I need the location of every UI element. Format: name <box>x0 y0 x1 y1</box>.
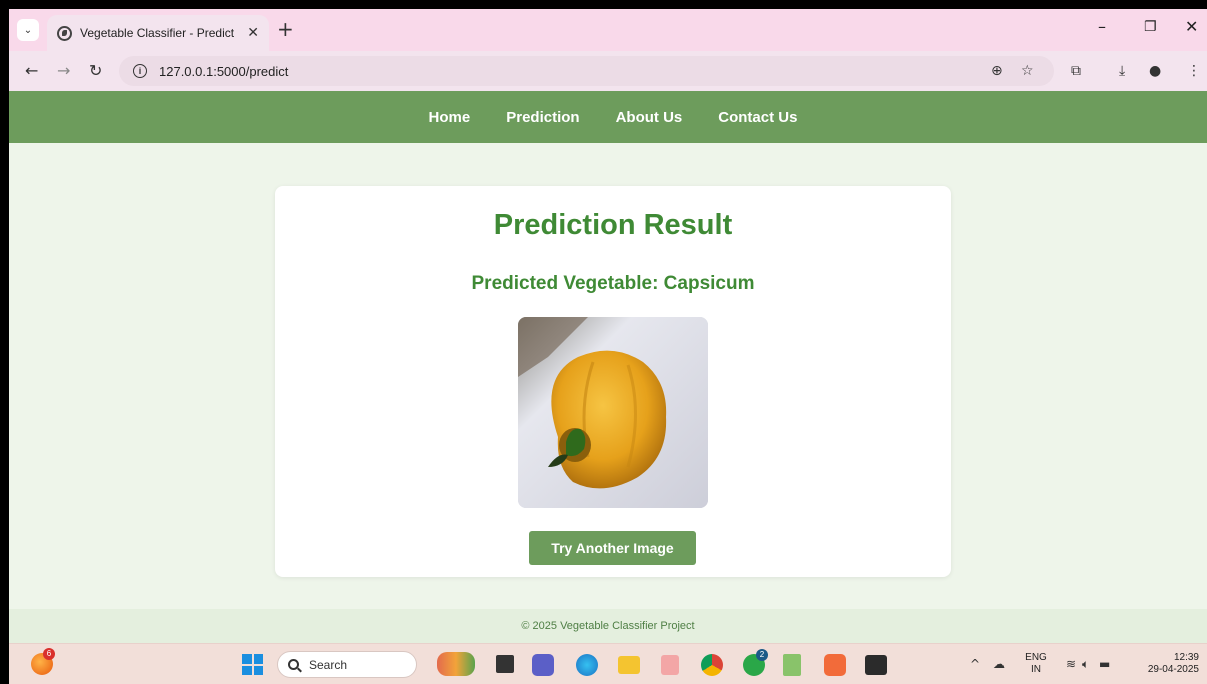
browser-toolbar: ← → ↻ i 127.0.0.1:5000/predict ⊕ ☆ ⧉ ⤓ ●… <box>9 51 1207 91</box>
globe-icon <box>57 25 72 41</box>
tray-expand-icon[interactable]: ^ <box>970 657 980 671</box>
uploaded-vegetable-image <box>518 317 708 508</box>
notepad-icon[interactable] <box>783 654 801 676</box>
site-footer: © 2025 Vegetable Classifier Project <box>9 609 1207 643</box>
site-info-icon[interactable]: i <box>133 64 147 78</box>
tab-search-button[interactable]: ⌄ <box>17 19 39 41</box>
browser-window: ⌄ Vegetable Classifier - Predict ✕ + – ❐… <box>9 9 1207 684</box>
nav-link-home[interactable]: Home <box>429 109 471 126</box>
extensions-icon[interactable]: ⧉ <box>1071 63 1081 79</box>
menu-kebab-icon[interactable]: ⋮ <box>1187 63 1201 79</box>
volume-icon[interactable]: 🔈︎ <box>1082 657 1089 672</box>
snipping-tool-icon[interactable] <box>661 655 679 675</box>
tab-close-icon[interactable]: ✕ <box>247 25 259 41</box>
back-arrow-icon[interactable]: ← <box>25 61 38 80</box>
footer-copyright: © 2025 Vegetable Classifier Project <box>521 620 695 632</box>
new-tab-button[interactable]: + <box>277 19 294 39</box>
whatsapp-icon[interactable]: 2 <box>743 649 768 676</box>
task-view-icon[interactable] <box>496 655 514 673</box>
address-bar[interactable]: i 127.0.0.1:5000/predict <box>119 56 1054 86</box>
capsicum-photo <box>518 317 708 508</box>
onedrive-icon[interactable]: ☁ <box>993 657 1005 671</box>
search-placeholder: Search <box>309 657 348 672</box>
url-text: 127.0.0.1:5000/predict <box>159 63 289 79</box>
restore-button[interactable]: ❐ <box>1144 19 1157 35</box>
file-explorer-icon[interactable] <box>618 656 640 674</box>
region-code: IN <box>1031 664 1041 675</box>
try-another-image-button[interactable]: Try Another Image <box>529 531 696 565</box>
zoom-icon[interactable]: ⊕ <box>991 63 1003 79</box>
minimize-button[interactable]: – <box>1098 17 1106 36</box>
edge-icon[interactable] <box>576 654 598 676</box>
xampp-icon[interactable] <box>824 654 846 676</box>
language-code: ENG <box>1025 652 1047 663</box>
clock[interactable]: 12:39 29-04-2025 <box>1129 652 1199 676</box>
search-icon <box>288 659 299 670</box>
page-title: Prediction Result <box>493 209 733 241</box>
clock-time: 12:39 <box>1173 652 1199 663</box>
nav-link-about[interactable]: About Us <box>616 109 683 126</box>
window-close-button[interactable]: ✕ <box>1185 17 1198 36</box>
windows-taskbar: 6 Search 2 ^ ☁ ENG IN ≋ 🔈︎ ▬ 12:39 29-04… <box>9 643 1207 684</box>
nav-link-prediction[interactable]: Prediction <box>506 109 579 126</box>
chrome-icon[interactable] <box>701 654 723 676</box>
wifi-icon[interactable]: ≋ <box>1066 657 1076 671</box>
predicted-vegetable-label: Predicted Vegetable: Capsicum <box>471 273 755 294</box>
nav-link-contact[interactable]: Contact Us <box>718 109 797 126</box>
teams-icon[interactable] <box>532 654 554 676</box>
notification-badge: 6 <box>43 648 55 660</box>
widgets-icon[interactable] <box>437 652 475 676</box>
whatsapp-badge: 2 <box>756 649 768 661</box>
taskbar-search-input[interactable]: Search <box>277 651 417 678</box>
windows-start-icon[interactable] <box>242 654 263 675</box>
profile-avatar[interactable]: ● <box>1149 63 1161 79</box>
language-indicator[interactable]: ENG IN <box>1021 652 1051 676</box>
clock-date: 29-04-2025 <box>1147 664 1199 675</box>
tab-title: Vegetable Classifier - Predict <box>80 26 235 40</box>
forward-arrow-icon[interactable]: → <box>57 61 70 80</box>
site-navbar: Home Prediction About Us Contact Us <box>9 91 1207 143</box>
result-card: Prediction Result Predicted Vegetable: C… <box>275 186 951 577</box>
download-icon[interactable]: ⤓ <box>1119 63 1125 79</box>
tab-active[interactable]: Vegetable Classifier - Predict ✕ <box>47 15 269 51</box>
battery-icon[interactable]: ▬ <box>1099 657 1110 671</box>
notification-app-icon[interactable]: 6 <box>31 648 55 675</box>
bookmark-star-icon[interactable]: ☆ <box>1021 63 1034 79</box>
terminal-icon[interactable] <box>865 655 887 675</box>
tab-strip: ⌄ Vegetable Classifier - Predict ✕ + – ❐… <box>9 9 1207 51</box>
reload-icon[interactable]: ↻ <box>89 61 102 80</box>
